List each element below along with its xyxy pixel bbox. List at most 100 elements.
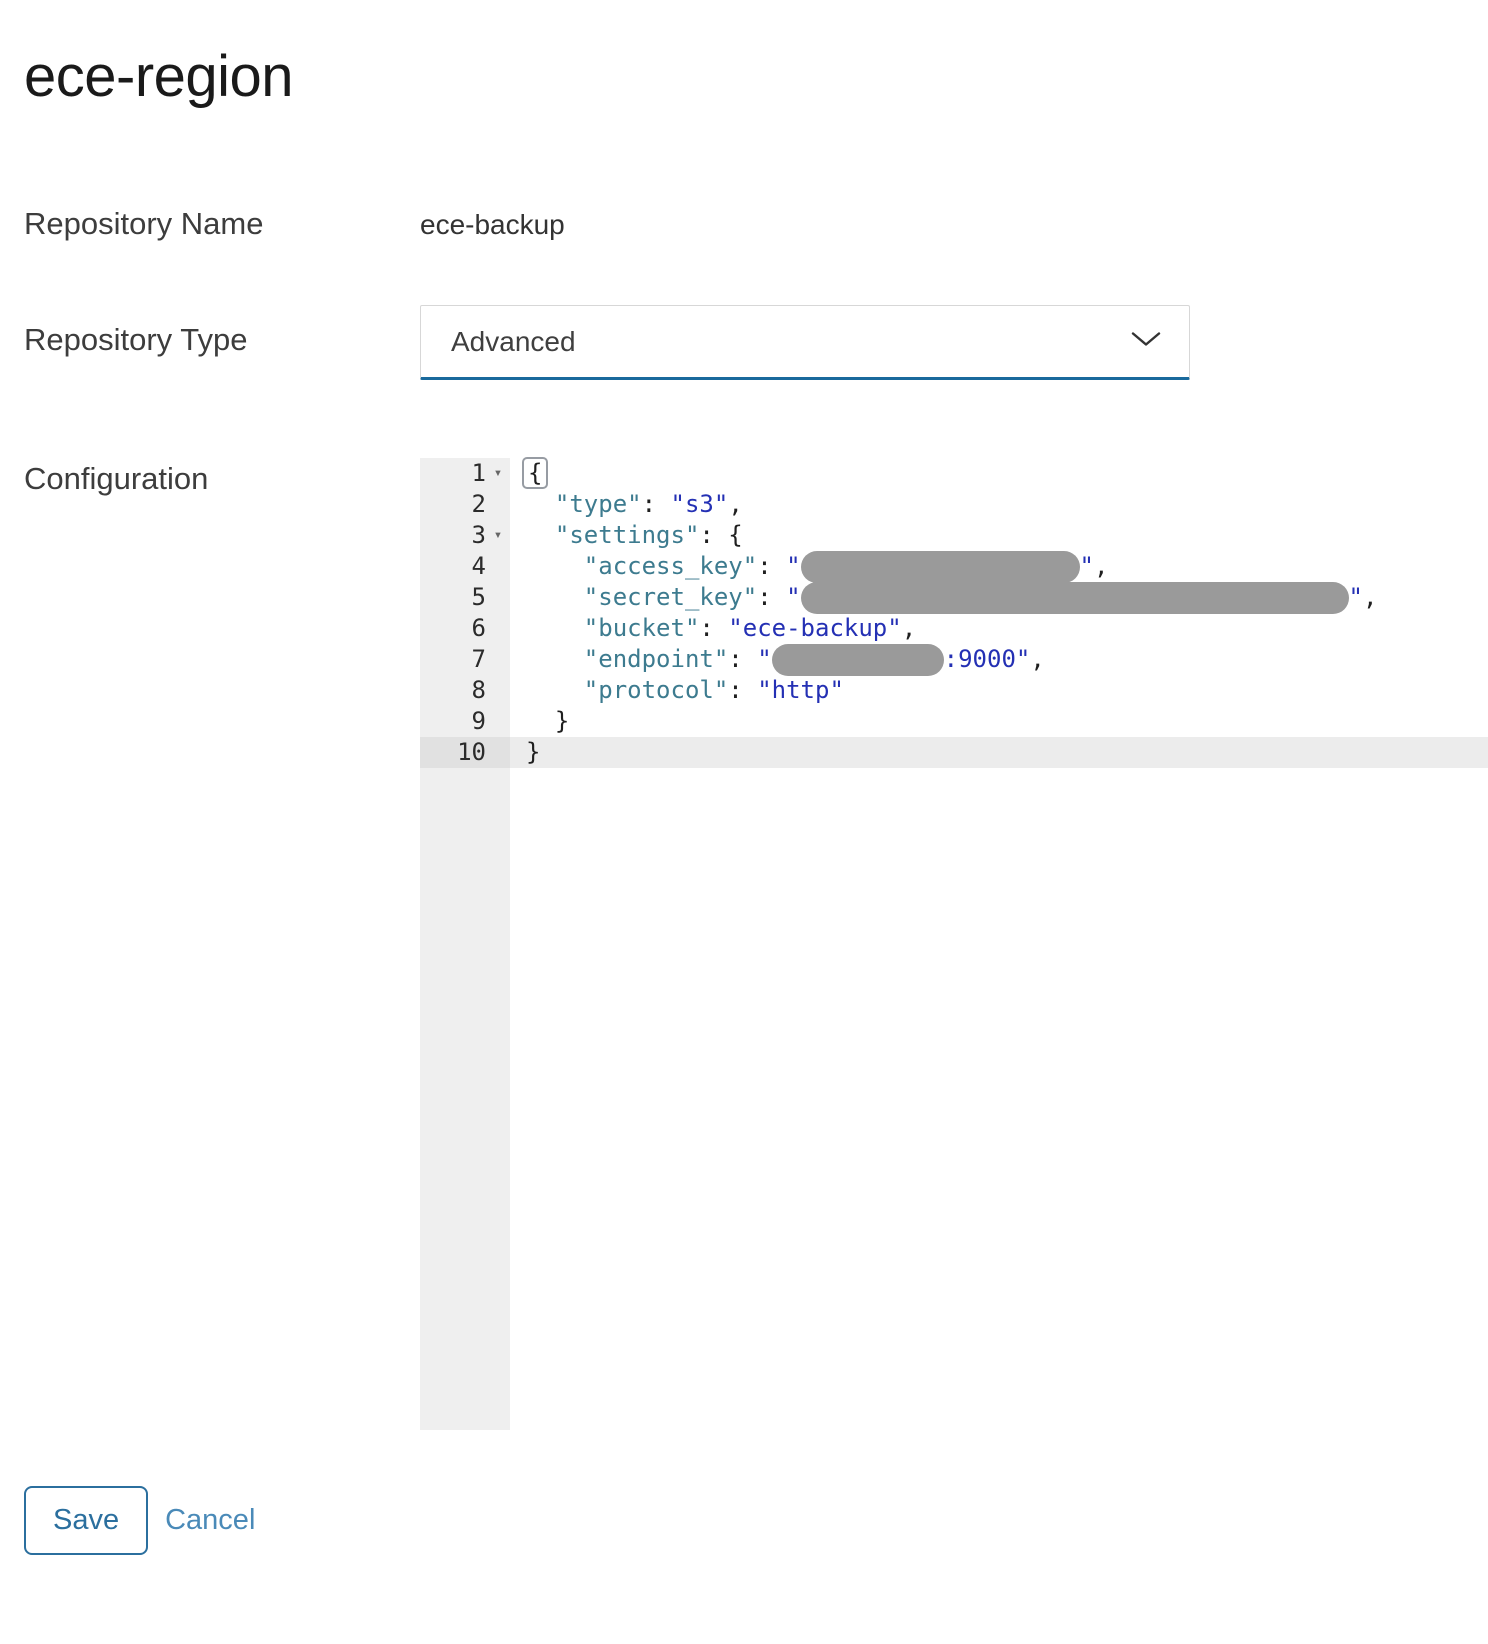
editor-line[interactable]: 4 "access_key": " ", — [420, 551, 1488, 582]
editor-line[interactable]: 5 "secret_key": " ", — [420, 582, 1488, 613]
code-token-plain: } — [526, 738, 540, 766]
code-token-plain — [526, 552, 584, 580]
line-number-text: 9 — [472, 706, 486, 737]
line-number-text: 8 — [472, 675, 486, 706]
code-token-plain: { — [522, 457, 548, 489]
editor-code-line[interactable]: "access_key": " ", — [510, 551, 1488, 582]
line-number-text: 1 — [472, 458, 486, 489]
editor-code-line[interactable]: "protocol": "http" — [510, 675, 1488, 706]
code-token-plain: : — [757, 583, 786, 611]
editor-code-line[interactable]: "type": "s3", — [510, 489, 1488, 520]
code-token-plain: , — [1363, 583, 1377, 611]
config-editor[interactable]: 1▾{2 "type": "s3",3▾ "settings": {4 "acc… — [420, 458, 1488, 1430]
repository-settings-page: ece-region Repository Name ece-backup Re… — [0, 44, 1488, 1555]
editor-empty-area[interactable] — [420, 768, 1488, 1430]
repository-name-value: ece-backup — [420, 203, 565, 241]
code-token-key: "type" — [555, 490, 642, 518]
editor-line-number: 5 — [420, 582, 510, 613]
cancel-link[interactable]: Cancel — [165, 1504, 255, 1537]
line-number-text: 3 — [472, 520, 486, 551]
code-token-plain: , — [1030, 645, 1044, 673]
redacted-value — [801, 551, 1080, 583]
editor-line[interactable]: 9 } — [420, 706, 1488, 737]
editor-code-line[interactable]: "settings": { — [510, 520, 1488, 551]
editor-code-fill[interactable] — [510, 768, 1488, 1430]
editor-code-line[interactable]: "endpoint": ":9000", — [510, 644, 1488, 675]
code-token-string: " — [1349, 583, 1363, 611]
line-number-text: 5 — [472, 582, 486, 613]
editor-line-number: 8 — [420, 675, 510, 706]
line-number-text: 10 — [457, 737, 486, 768]
code-token-plain: : — [728, 645, 757, 673]
code-token-key: "bucket" — [584, 614, 700, 642]
configuration-row: Configuration 1▾{2 "type": "s3",3▾ "sett… — [24, 458, 1488, 1430]
editor-line[interactable]: 10} — [420, 737, 1488, 768]
configuration-label: Configuration — [24, 458, 420, 499]
form-actions: Save Cancel — [24, 1486, 1488, 1555]
line-number-text: 6 — [472, 613, 486, 644]
repository-name-row: Repository Name ece-backup — [24, 203, 1488, 244]
editor-gutter-fill — [420, 768, 510, 1430]
editor-code-line[interactable]: } — [510, 706, 1488, 737]
fold-toggle-icon[interactable]: ▾ — [486, 458, 510, 489]
editor-line-number: 10 — [420, 737, 510, 768]
code-token-string: "ece-backup" — [728, 614, 901, 642]
code-token-key: "secret_key" — [584, 583, 757, 611]
code-token-string: "s3" — [671, 490, 729, 518]
editor-line-number: 9 — [420, 706, 510, 737]
editor-code-line[interactable]: "bucket": "ece-backup", — [510, 613, 1488, 644]
code-token-string: " — [757, 645, 771, 673]
editor-line[interactable]: 6 "bucket": "ece-backup", — [420, 613, 1488, 644]
code-token-key: "settings" — [555, 521, 700, 549]
code-token-plain: , — [728, 490, 742, 518]
code-token-key: "endpoint" — [584, 645, 729, 673]
editor-line[interactable]: 1▾ { — [420, 458, 1488, 489]
editor-line-number: 2 — [420, 489, 510, 520]
redacted-value — [772, 644, 944, 676]
code-token-plain: : — [642, 490, 671, 518]
save-button[interactable]: Save — [24, 1486, 148, 1555]
editor-code-line[interactable]: "secret_key": " ", — [510, 582, 1488, 613]
repository-type-label: Repository Type — [24, 305, 420, 360]
page-title: ece-region — [24, 44, 1488, 111]
code-token-plain — [526, 676, 584, 704]
code-token-plain — [526, 645, 584, 673]
editor-code-line[interactable]: { — [510, 458, 1488, 489]
code-token-plain — [526, 583, 584, 611]
editor-line-number: 1▾ — [420, 458, 510, 489]
repository-name-label: Repository Name — [24, 203, 420, 244]
code-token-plain: , — [902, 614, 916, 642]
code-token-plain: : { — [699, 521, 742, 549]
fold-toggle-icon[interactable]: ▾ — [486, 520, 510, 551]
code-token-plain — [526, 490, 555, 518]
line-number-text: 7 — [472, 644, 486, 675]
editor-line[interactable]: 3▾ "settings": { — [420, 520, 1488, 551]
code-token-string: " — [786, 583, 800, 611]
repository-type-selected-value: Advanced — [451, 326, 576, 358]
repository-type-select[interactable]: Advanced — [420, 305, 1190, 380]
code-token-plain: , — [1094, 552, 1108, 580]
code-token-plain: } — [526, 707, 569, 735]
editor-line[interactable]: 7 "endpoint": ":9000", — [420, 644, 1488, 675]
editor-line-number: 7 — [420, 644, 510, 675]
code-token-string: " — [786, 552, 800, 580]
editor-line-number: 3▾ — [420, 520, 510, 551]
editor-line[interactable]: 2 "type": "s3", — [420, 489, 1488, 520]
code-token-string: "http" — [757, 676, 844, 704]
editor-code-line[interactable]: } — [510, 737, 1488, 768]
code-token-plain — [526, 614, 584, 642]
code-token-key: "access_key" — [584, 552, 757, 580]
editor-line-number: 6 — [420, 613, 510, 644]
line-number-text: 4 — [472, 551, 486, 582]
redacted-value — [801, 582, 1349, 614]
code-token-key: "protocol" — [584, 676, 729, 704]
chevron-down-icon — [1131, 330, 1161, 353]
editor-line[interactable]: 8 "protocol": "http" — [420, 675, 1488, 706]
repository-type-row: Repository Type Advanced — [24, 305, 1488, 380]
code-token-plain — [526, 521, 555, 549]
editor-line-number: 4 — [420, 551, 510, 582]
code-token-string: " — [1080, 552, 1094, 580]
code-token-plain: : — [699, 614, 728, 642]
line-number-text: 2 — [472, 489, 486, 520]
code-token-plain: : — [757, 552, 786, 580]
